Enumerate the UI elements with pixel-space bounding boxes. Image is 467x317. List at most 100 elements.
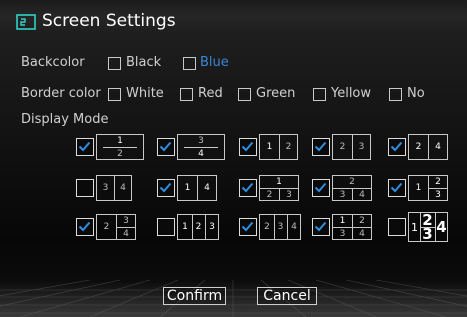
check-icon bbox=[78, 141, 91, 152]
check-icon bbox=[314, 182, 327, 193]
cell-number: 3 bbox=[435, 190, 441, 200]
border-red-checkbox[interactable] bbox=[180, 88, 193, 101]
display-mode-checkbox[interactable] bbox=[76, 179, 94, 197]
display-mode-checkbox[interactable] bbox=[312, 138, 330, 156]
display-mode-preview: 1 4 bbox=[177, 175, 217, 201]
screen-layout-icon bbox=[16, 14, 36, 30]
cell-number: 2 bbox=[285, 142, 292, 152]
check-icon bbox=[78, 221, 91, 232]
cell-number: 4 bbox=[435, 142, 441, 152]
display-mode-checkbox[interactable] bbox=[388, 179, 406, 197]
cell-number: 2 bbox=[264, 222, 270, 232]
cell-number: 1 bbox=[117, 136, 123, 146]
backcolor-blue-label: Blue bbox=[200, 55, 229, 70]
cell-number: 3 bbox=[358, 142, 365, 152]
border-green-checkbox[interactable] bbox=[238, 88, 251, 101]
cell-number: 3 bbox=[286, 190, 292, 200]
display-mode-checkbox[interactable] bbox=[76, 138, 94, 156]
display-mode-checkbox[interactable] bbox=[388, 218, 406, 236]
cancel-button[interactable]: Cancel bbox=[257, 287, 317, 305]
display-mode-checkbox[interactable] bbox=[239, 179, 257, 197]
grid-floor-decoration bbox=[0, 280, 467, 317]
cell-number: 1 bbox=[182, 222, 188, 232]
cell-number: 2 bbox=[266, 190, 273, 200]
display-mode-checkbox[interactable] bbox=[76, 218, 94, 236]
display-mode-preview: 1 2 3 bbox=[259, 175, 299, 201]
cell-number: 2 bbox=[195, 222, 202, 232]
backcolor-black-checkbox[interactable] bbox=[108, 57, 121, 70]
cell-number: 3 bbox=[198, 136, 204, 146]
cell-number: 4 bbox=[359, 229, 365, 239]
display-mode-checkbox[interactable] bbox=[157, 218, 175, 236]
cell-number: 3 bbox=[422, 225, 433, 243]
cell-number: 2 bbox=[415, 142, 422, 152]
check-icon bbox=[241, 221, 254, 232]
display-mode-preview: 1 2 3 4 bbox=[408, 211, 448, 243]
confirm-button[interactable]: Confirm bbox=[163, 287, 226, 305]
check-icon bbox=[390, 182, 403, 193]
display-mode-checkbox[interactable] bbox=[388, 138, 406, 156]
border-no-label: No bbox=[407, 86, 425, 101]
cell-number: 3 bbox=[277, 222, 284, 232]
cell-number: 4 bbox=[359, 190, 365, 200]
check-icon bbox=[241, 141, 254, 152]
cell-number: 3 bbox=[339, 229, 346, 239]
border-white-label: White bbox=[126, 86, 164, 101]
cell-number: 1 bbox=[339, 216, 346, 226]
display-mode-preview: 3 4 bbox=[96, 175, 132, 201]
cell-number: 1 bbox=[415, 183, 422, 193]
display-mode-checkbox[interactable] bbox=[312, 179, 330, 197]
cell-number: 2 bbox=[349, 177, 355, 187]
cell-number: 4 bbox=[436, 218, 447, 236]
check-icon bbox=[390, 141, 403, 152]
window-title: Screen Settings bbox=[42, 11, 176, 31]
cell-number: 2 bbox=[435, 177, 441, 187]
check-icon bbox=[314, 221, 327, 232]
display-mode-checkbox[interactable] bbox=[239, 138, 257, 156]
cell-number: 4 bbox=[204, 183, 210, 193]
display-mode-checkbox[interactable] bbox=[157, 138, 175, 156]
display-mode-checkbox[interactable] bbox=[239, 218, 257, 236]
display-mode-checkbox[interactable] bbox=[157, 179, 175, 197]
border-yellow-label: Yellow bbox=[331, 86, 372, 101]
border-no-checkbox[interactable] bbox=[389, 88, 402, 101]
cell-number: 4 bbox=[120, 183, 126, 193]
display-mode-checkbox[interactable] bbox=[312, 218, 330, 236]
cell-number: 1 bbox=[184, 183, 191, 193]
display-mode-preview: 2 4 bbox=[408, 134, 448, 160]
check-icon bbox=[159, 182, 172, 193]
display-mode-preview: 2 3 4 bbox=[259, 214, 301, 240]
cell-number: 4 bbox=[198, 149, 204, 159]
display-mode-preview: 3 4 bbox=[177, 134, 225, 160]
display-mode-preview: 1 2 bbox=[96, 134, 144, 160]
display-mode-label: Display Mode bbox=[21, 112, 109, 127]
check-icon bbox=[241, 182, 254, 193]
cell-number: 4 bbox=[123, 229, 129, 239]
border-white-checkbox[interactable] bbox=[108, 88, 121, 101]
cell-number: 4 bbox=[291, 222, 297, 232]
cell-number: 2 bbox=[339, 142, 346, 152]
border-color-label: Border color bbox=[21, 86, 101, 101]
button-bar bbox=[0, 280, 467, 317]
cell-number: 1 bbox=[411, 220, 418, 234]
display-mode-preview: 2 3 4 bbox=[96, 214, 136, 240]
check-icon bbox=[159, 141, 172, 152]
display-mode-preview: 1 2 3 4 bbox=[332, 214, 372, 240]
cell-number: 1 bbox=[266, 142, 273, 152]
backcolor-blue-checkbox[interactable] bbox=[183, 57, 196, 70]
border-red-label: Red bbox=[198, 86, 223, 101]
cell-number: 1 bbox=[276, 177, 282, 187]
display-mode-preview: 1 2 3 bbox=[408, 175, 448, 201]
title-bar: Screen Settings bbox=[0, 0, 467, 44]
backcolor-label: Backcolor bbox=[21, 55, 85, 70]
screen-settings-window: Screen Settings Backcolor Black Blue Bor… bbox=[0, 0, 467, 317]
cell-number: 2 bbox=[359, 216, 365, 226]
cell-number: 3 bbox=[209, 222, 215, 232]
cell-number: 2 bbox=[103, 222, 110, 232]
border-yellow-checkbox[interactable] bbox=[313, 88, 326, 101]
backcolor-black-label: Black bbox=[126, 55, 162, 70]
cell-number: 3 bbox=[123, 216, 129, 226]
cell-number: 2 bbox=[117, 149, 123, 159]
display-mode-preview: 2 3 bbox=[332, 134, 371, 160]
cell-number: 3 bbox=[102, 183, 109, 193]
